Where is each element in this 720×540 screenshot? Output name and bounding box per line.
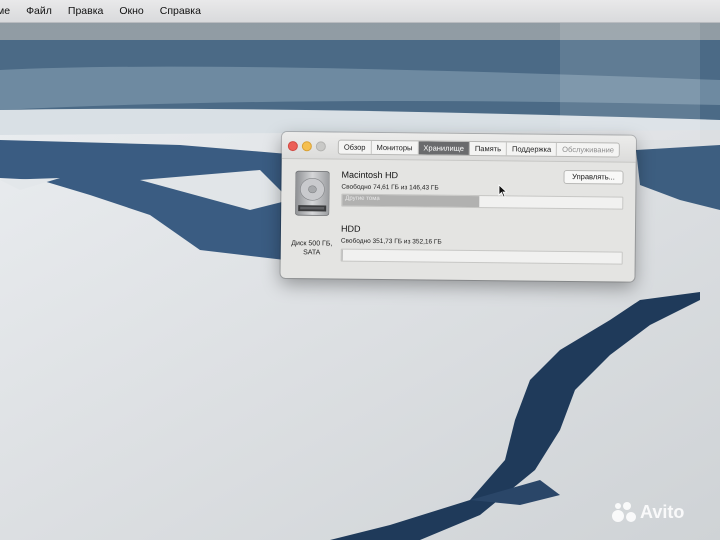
- avito-watermark-text: Avito: [640, 501, 685, 522]
- storage-panel: Диск 500 ГБ, SATA Macintosh HD Свободно …: [280, 159, 635, 282]
- close-button[interactable]: [287, 141, 298, 152]
- menu-item-file[interactable]: Файл: [18, 5, 60, 17]
- avito-watermark: Avito: [612, 500, 684, 524]
- disk-label: Диск 500 ГБ, SATA: [284, 239, 340, 258]
- traffic-lights: [287, 141, 326, 152]
- tab-memory[interactable]: Память: [469, 141, 508, 156]
- window-titlebar[interactable]: Обзор Мониторы Хранилище Память Поддержк…: [281, 132, 636, 163]
- storage-bar-hdd: [340, 248, 623, 265]
- tab-bar: Обзор Мониторы Хранилище Память Поддержк…: [337, 139, 621, 158]
- manage-button[interactable]: Управлять...: [563, 169, 624, 185]
- tab-overview[interactable]: Обзор: [338, 140, 372, 154]
- menu-item-edit[interactable]: Правка: [60, 5, 111, 17]
- minimize-button[interactable]: [301, 141, 312, 152]
- tab-storage[interactable]: Хранилище: [418, 141, 470, 155]
- menu-item-window[interactable]: Окно: [111, 5, 151, 17]
- tab-service[interactable]: Обслуживание: [557, 143, 619, 157]
- about-this-mac-window: Обзор Мониторы Хранилище Память Поддержк…: [280, 132, 636, 282]
- volume-name-macintosh-hd: Macintosh HD: [341, 169, 399, 181]
- tab-displays[interactable]: Мониторы: [371, 140, 419, 155]
- disk-label-interface: SATA: [303, 249, 321, 257]
- menu-bar: ме Файл Правка Окно Справка: [0, 0, 720, 23]
- zoom-button: [315, 141, 326, 152]
- volume-name-hdd: HDD: [340, 223, 361, 234]
- hard-drive-icon: [294, 170, 330, 216]
- menu-item-help[interactable]: Справка: [152, 5, 209, 17]
- disk-label-capacity: Диск 500 ГБ,: [291, 240, 333, 248]
- volume-free-macintosh-hd: Свободно 74,61 ГБ из 146,43 ГБ: [341, 183, 439, 192]
- menu-item-finder[interactable]: ме: [0, 5, 18, 17]
- mouse-pointer-icon: [498, 184, 508, 198]
- storage-bar-macintosh-hd: Другие тома: [341, 193, 624, 210]
- storage-bar-label: Другие тома: [345, 195, 380, 203]
- volume-free-hdd: Свободно 351,73 ГБ из 352,16 ГБ: [340, 237, 442, 246]
- avito-logo-icon: [612, 500, 636, 524]
- tab-support[interactable]: Поддержка: [506, 142, 558, 156]
